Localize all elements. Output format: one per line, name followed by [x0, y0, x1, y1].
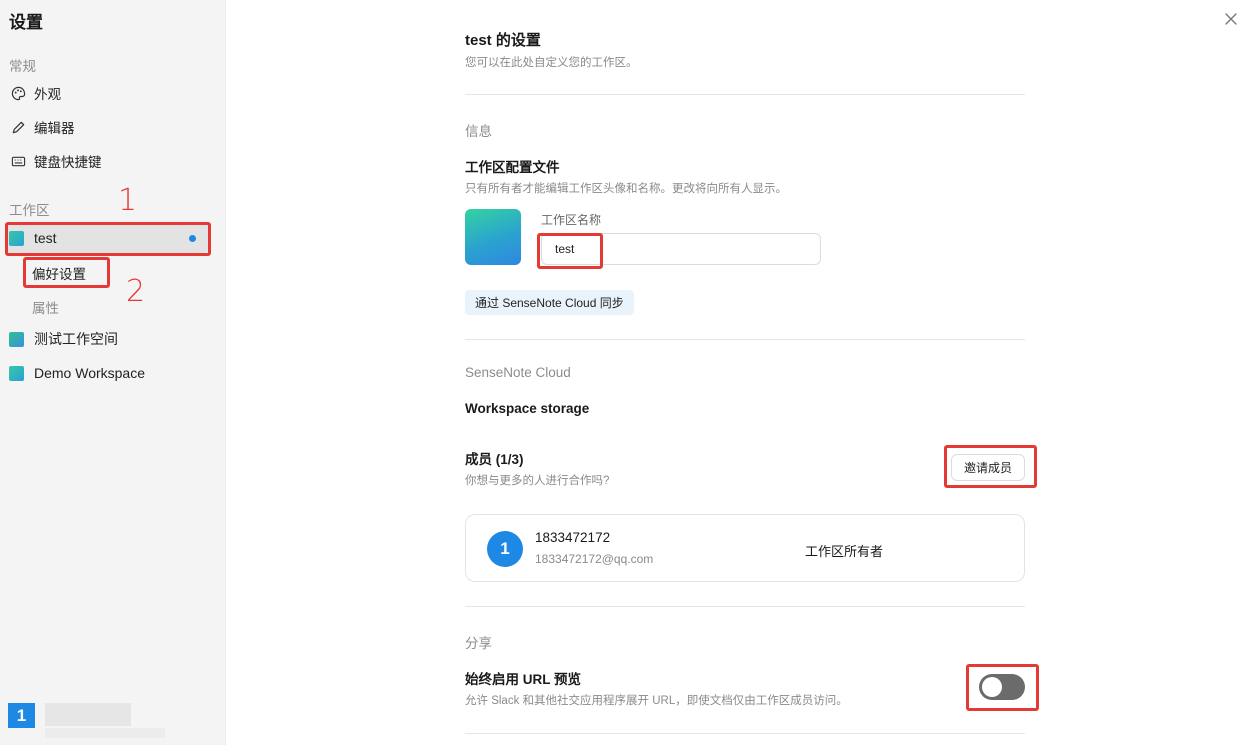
member-name: 1833472172 — [535, 530, 611, 545]
members-title: 成员 (1/3) — [465, 452, 524, 467]
sidebar-item-label: 编辑器 — [34, 121, 75, 136]
divider — [465, 733, 1025, 734]
workspace-section-label: 工作区 — [9, 203, 50, 218]
sidebar-item-label: 外观 — [34, 87, 61, 102]
sidebar-title: 设置 — [9, 13, 43, 32]
settings-sidebar: 设置 常规 外观 编辑器 键盘快捷键 工作区 test 偏好设置 属性 测试工作… — [0, 0, 226, 745]
page-title: test 的设置 — [465, 32, 541, 49]
divider — [465, 339, 1025, 340]
url-preview-title: 始终启用 URL 预览 — [465, 672, 582, 687]
close-icon[interactable] — [1222, 10, 1240, 28]
workspace-name: 测试工作空间 — [34, 331, 118, 347]
avatar: 1 — [487, 531, 523, 567]
profile-description: 只有所有者才能编辑工作区头像和名称。更改将向所有人显示。 — [465, 183, 787, 195]
member-card: 1 1833472172 1833472172@qq.com 工作区所有者 — [465, 514, 1025, 582]
workspace-avatar — [9, 331, 24, 347]
workspace-avatar — [9, 365, 24, 381]
page-subtitle: 您可以在此处自定义您的工作区。 — [465, 57, 638, 69]
info-section-label: 信息 — [465, 124, 492, 139]
sidebar-item-workspace-test-cn[interactable]: 测试工作空间 — [5, 324, 209, 354]
cloud-section-label: SenseNote Cloud — [465, 365, 571, 380]
workspace-avatar-large[interactable] — [465, 209, 521, 265]
annotation-box-name-input — [537, 233, 603, 269]
divider — [465, 606, 1025, 607]
annotation-box-workspace — [5, 222, 211, 256]
annotation-box-toggle — [966, 664, 1039, 711]
members-description: 你想与更多的人进行合作吗? — [465, 475, 610, 487]
blurred-user-info — [45, 703, 165, 738]
url-preview-description: 允许 Slack 和其他社交应用程序展开 URL，即使文档仅由工作区成员访问。 — [465, 695, 848, 707]
palette-icon — [9, 84, 27, 102]
member-role[interactable]: 工作区所有者 — [805, 541, 883, 560]
workspace-name-label: 工作区名称 — [541, 213, 602, 227]
sidebar-item-workspace-demo[interactable]: Demo Workspace — [5, 358, 209, 388]
sync-badge: 通过 SenseNote Cloud 同步 — [465, 290, 634, 315]
general-section-label: 常规 — [9, 59, 36, 74]
sidebar-item-shortcuts[interactable]: 键盘快捷键 — [9, 147, 209, 175]
member-email: 1833472172@qq.com — [535, 552, 654, 566]
annotation-box-invite — [944, 445, 1037, 488]
current-user[interactable]: 1 — [8, 703, 165, 738]
avatar: 1 — [8, 703, 35, 728]
profile-title: 工作区配置文件 — [465, 160, 560, 175]
sidebar-item-appearance[interactable]: 外观 — [9, 79, 209, 107]
share-section-label: 分享 — [465, 636, 492, 651]
storage-title: Workspace storage — [465, 401, 590, 416]
annotation-number-1: 1 — [118, 183, 138, 218]
annotation-number-2: 2 — [126, 274, 146, 309]
keyboard-icon — [9, 152, 27, 170]
divider — [465, 94, 1025, 95]
sidebar-item-properties[interactable]: 属性 — [32, 297, 59, 317]
sidebar-item-editor[interactable]: 编辑器 — [9, 113, 209, 141]
workspace-name: Demo Workspace — [34, 365, 146, 381]
sidebar-item-label: 键盘快捷键 — [34, 155, 102, 170]
pencil-icon — [9, 118, 27, 136]
annotation-box-preferences — [23, 257, 110, 288]
